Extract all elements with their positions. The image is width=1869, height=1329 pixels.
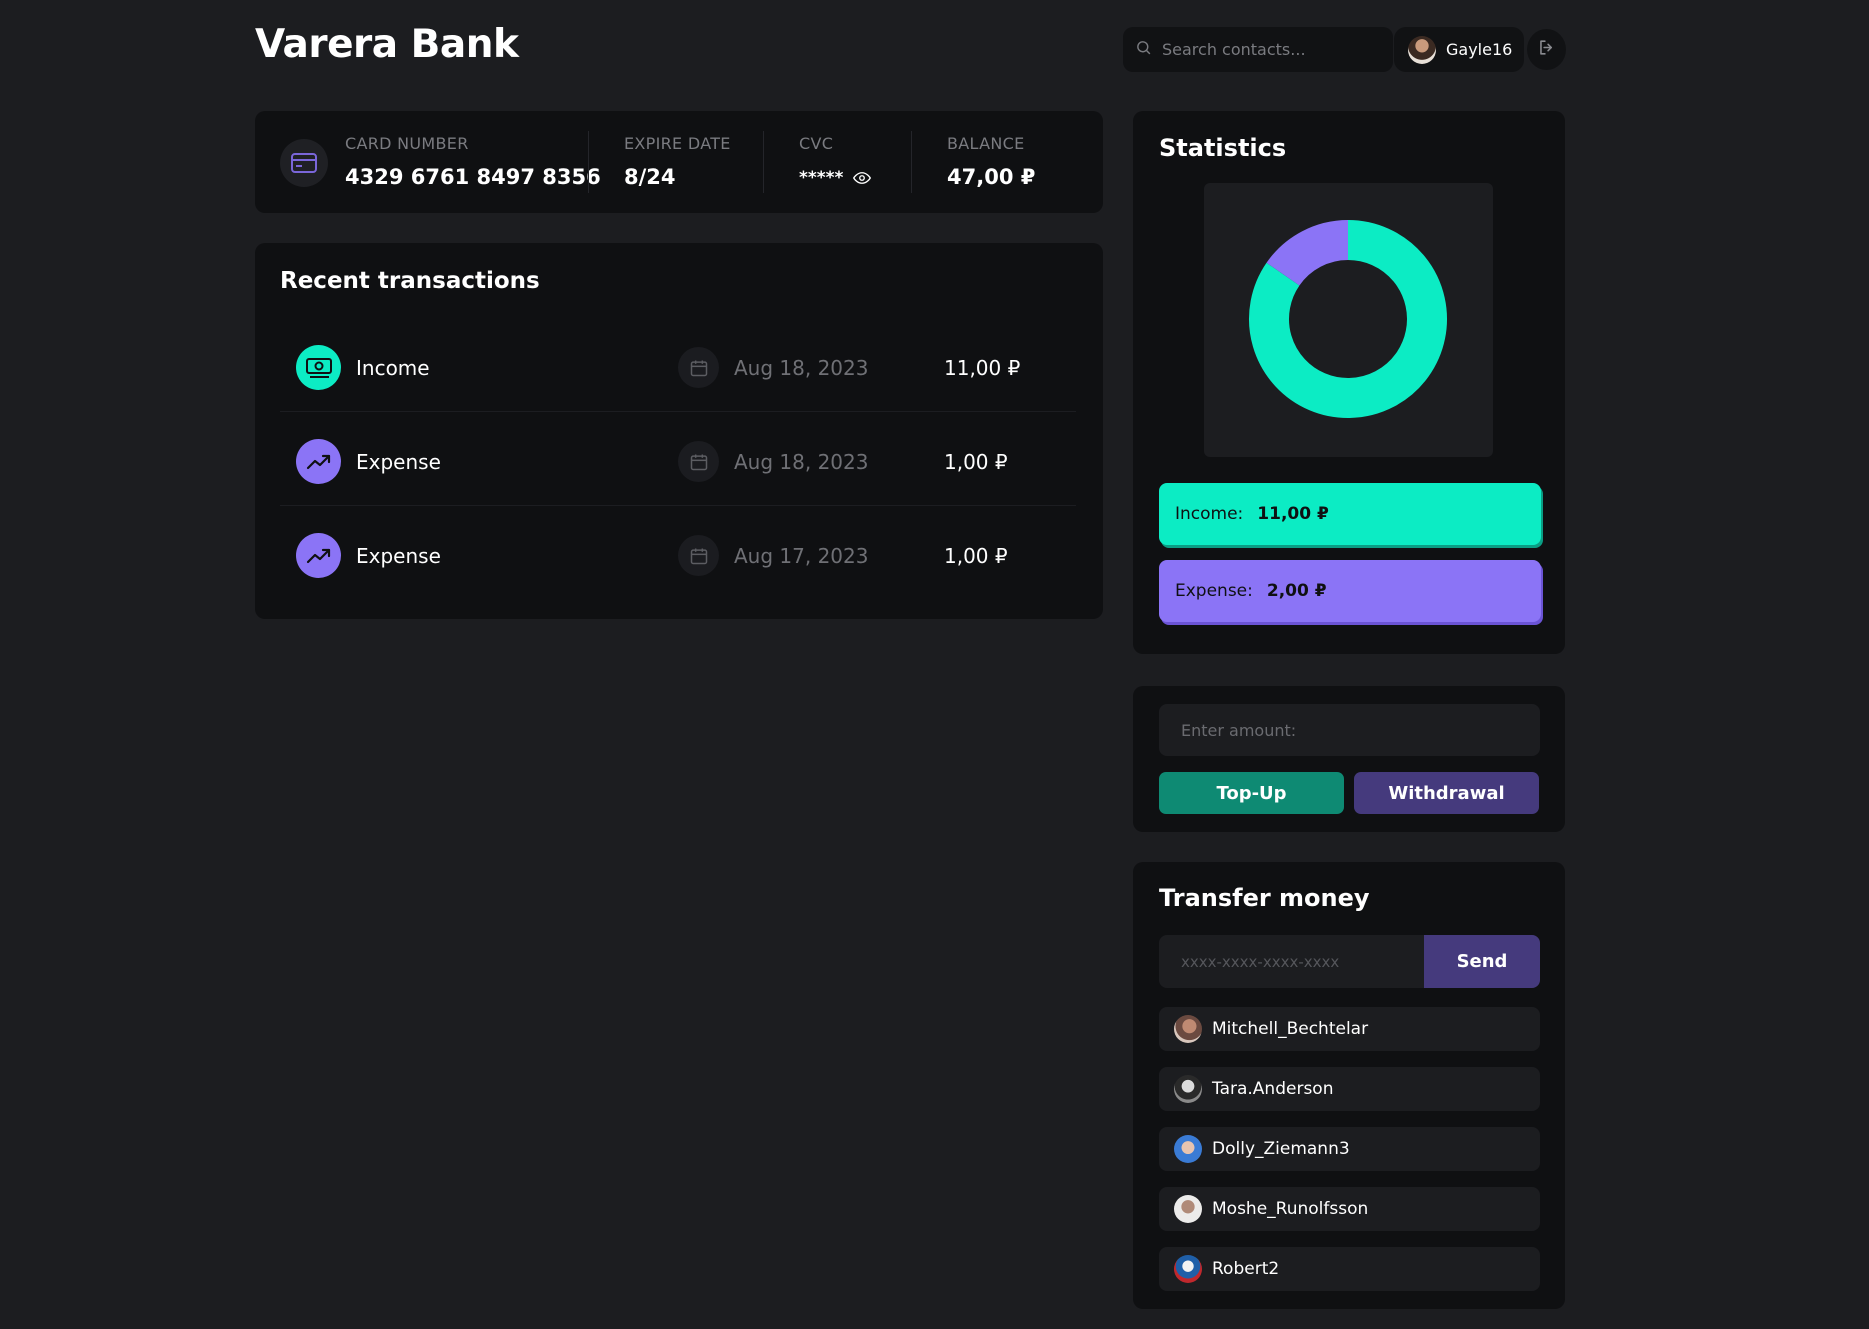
avatar [1174, 1255, 1202, 1283]
expire-value: 8/24 [624, 165, 676, 189]
transactions-title: Recent transactions [280, 268, 540, 294]
transaction-date: Aug 18, 2023 [734, 450, 869, 474]
avatar [1174, 1015, 1202, 1043]
transaction-type: Income [356, 356, 430, 380]
card-number-label: CARD NUMBER [345, 134, 469, 153]
calendar-icon [678, 535, 719, 576]
transaction-row[interactable]: Income Aug 18, 2023 11,00 ₽ [280, 318, 1076, 412]
amount-input[interactable] [1159, 704, 1540, 756]
contact-name: Mitchell_Bechtelar [1212, 1019, 1369, 1039]
avatar [1174, 1195, 1202, 1223]
contact-name: Tara.Anderson [1212, 1079, 1334, 1099]
card-expire: EXPIRE DATE 8/24 [624, 134, 731, 189]
balance-label: BALANCE [947, 134, 1025, 153]
contact-name: Dolly_Ziemann3 [1212, 1139, 1350, 1159]
transaction-amount: 1,00 ₽ [944, 544, 1008, 568]
transaction-row[interactable]: Expense Aug 18, 2023 1,00 ₽ [280, 412, 1076, 506]
divider [911, 131, 912, 193]
user-avatar [1408, 35, 1436, 64]
transaction-date: Aug 17, 2023 [734, 544, 869, 568]
credit-card-icon [280, 139, 328, 187]
card-balance: BALANCE 47,00 ₽ [947, 134, 1035, 189]
transaction-row[interactable]: Expense Aug 17, 2023 1,00 ₽ [280, 506, 1076, 600]
expire-label: EXPIRE DATE [624, 134, 731, 153]
expense-label: Expense: [1175, 581, 1253, 601]
card-number-value: 4329 6761 8497 8356 [345, 165, 601, 189]
contact-search[interactable] [1123, 27, 1393, 72]
card-number: CARD NUMBER 4329 6761 8497 8356 [345, 134, 601, 189]
income-value: 11,00 ₽ [1257, 504, 1329, 524]
eye-icon[interactable] [853, 171, 872, 185]
trending-up-icon [296, 439, 341, 484]
transaction-type: Expense [356, 450, 441, 474]
contact-name: Robert2 [1212, 1259, 1280, 1279]
calendar-icon [678, 441, 719, 482]
contact-item[interactable]: Mitchell_Bechtelar [1159, 1007, 1540, 1051]
donut-slice-expense [1266, 220, 1349, 287]
send-button[interactable]: Send [1424, 935, 1540, 988]
expense-value: 2,00 ₽ [1266, 581, 1327, 601]
search-input[interactable] [1162, 40, 1382, 59]
income-summary: Income: 11,00 ₽ [1159, 483, 1541, 545]
contact-item[interactable]: Tara.Anderson [1159, 1067, 1540, 1111]
cvc-value: ***** [799, 168, 844, 188]
logout-button[interactable] [1527, 29, 1566, 70]
calendar-icon [678, 347, 719, 388]
transaction-amount: 11,00 ₽ [944, 356, 1021, 380]
balance-value: 47,00 ₽ [947, 165, 1036, 189]
username: Gayle16 [1446, 40, 1513, 59]
transfer-title: Transfer money [1159, 884, 1370, 912]
trending-up-icon [296, 533, 341, 578]
cash-icon [296, 345, 341, 390]
contact-item[interactable]: Dolly_Ziemann3 [1159, 1127, 1540, 1171]
logout-icon [1537, 38, 1556, 61]
avatar [1174, 1075, 1202, 1103]
divider [588, 131, 589, 193]
withdrawal-button[interactable]: Withdrawal [1354, 772, 1539, 814]
search-icon [1135, 39, 1152, 60]
card-cvc: CVC ***** [799, 134, 872, 188]
donut-chart [1249, 220, 1447, 418]
app-title: Varera Bank [255, 22, 519, 67]
user-menu[interactable]: Gayle16 [1394, 27, 1524, 72]
income-label: Income: [1175, 504, 1244, 524]
contact-name: Moshe_Runolfsson [1212, 1199, 1369, 1219]
topup-button[interactable]: Top-Up [1159, 772, 1344, 814]
transaction-type: Expense [356, 544, 441, 568]
card-number-input[interactable] [1159, 935, 1425, 988]
expense-summary: Expense: 2,00 ₽ [1159, 560, 1541, 622]
cvc-label: CVC [799, 134, 834, 153]
donut-chart-container [1204, 183, 1493, 457]
divider [763, 131, 764, 193]
contact-item[interactable]: Robert2 [1159, 1247, 1540, 1291]
contact-item[interactable]: Moshe_Runolfsson [1159, 1187, 1540, 1231]
statistics-title: Statistics [1159, 134, 1287, 162]
avatar [1174, 1135, 1202, 1163]
transaction-date: Aug 18, 2023 [734, 356, 869, 380]
transaction-amount: 1,00 ₽ [944, 450, 1008, 474]
